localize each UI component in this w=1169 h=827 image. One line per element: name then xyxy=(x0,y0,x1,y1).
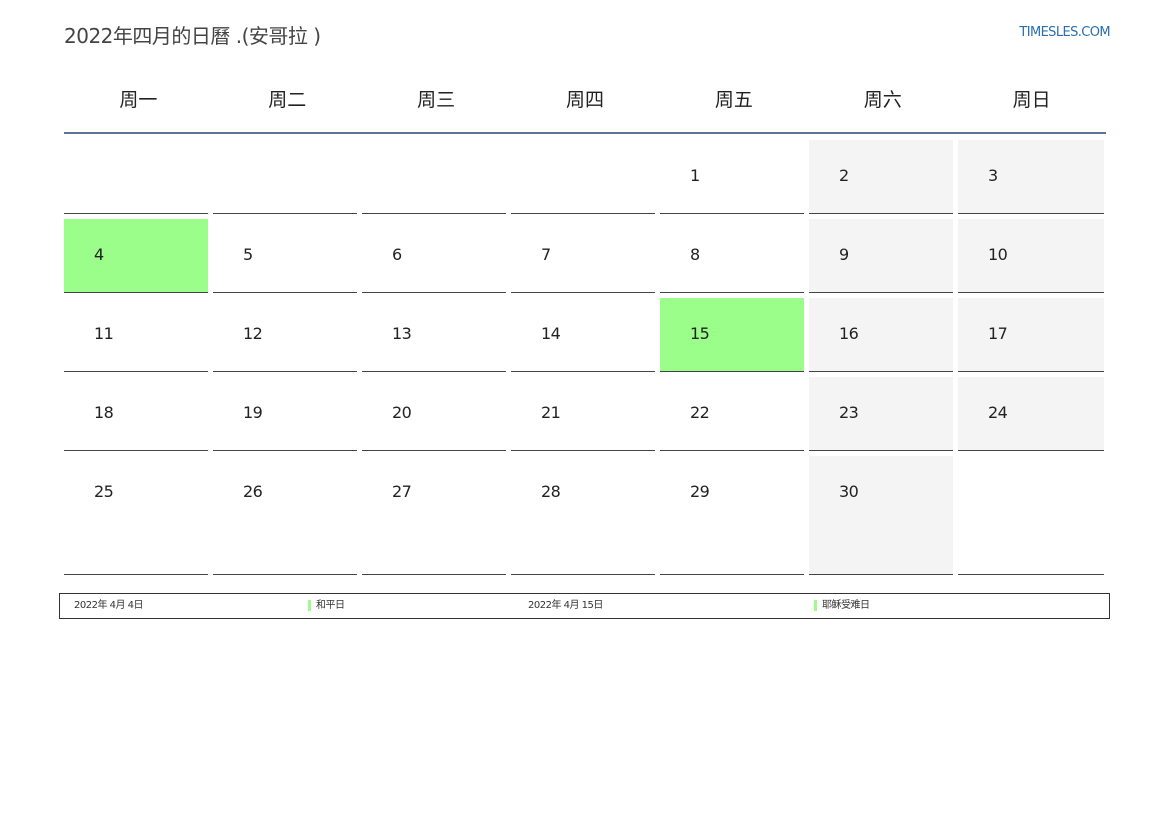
day-cell: 19 xyxy=(213,377,357,451)
day-cell: 3 xyxy=(958,140,1104,214)
day-cell: 25 xyxy=(64,456,208,575)
weekday-header: 周一 周二 周三 周四 周五 周六 周日 xyxy=(64,84,1106,134)
day-number: 21 xyxy=(541,403,561,422)
week-row: 25 26 27 28 29 30 xyxy=(64,456,1106,575)
day-cell: 14 xyxy=(511,298,655,372)
day-cell: 12 xyxy=(213,298,357,372)
calendar-grid: 1 2 3 4 5 6 7 8 9 10 11 12 13 14 15 16 17 18 19 20 21 22 23 24 2… xyxy=(64,140,1106,575)
day-cell: 27 xyxy=(362,456,506,575)
day-number: 28 xyxy=(541,482,561,501)
day-number: 20 xyxy=(392,403,412,422)
legend-color-swatch xyxy=(308,600,311,611)
legend-date-2: 2022年 4月 15日 xyxy=(528,600,603,611)
legend-color-swatch xyxy=(814,600,817,611)
day-cell: 30 xyxy=(809,456,953,575)
day-number: 12 xyxy=(243,324,263,343)
day-cell: 11 xyxy=(64,298,208,372)
weekday-fri: 周五 xyxy=(714,89,753,111)
day-number: 23 xyxy=(839,403,859,422)
day-cell: 18 xyxy=(64,377,208,451)
legend-date-1: 2022年 4月 4日 xyxy=(74,600,144,611)
day-cell: 17 xyxy=(958,298,1104,372)
weekday-thu: 周四 xyxy=(566,89,605,111)
week-row: 4 5 6 7 8 9 10 xyxy=(64,219,1106,293)
day-number: 24 xyxy=(988,403,1008,422)
empty-day-cell xyxy=(362,140,506,214)
day-number: 5 xyxy=(243,245,253,264)
weekday-wed: 周三 xyxy=(417,89,456,111)
day-number: 14 xyxy=(541,324,561,343)
day-number: 10 xyxy=(988,245,1008,264)
empty-day-cell xyxy=(958,456,1104,575)
day-number: 11 xyxy=(94,324,114,343)
day-number: 7 xyxy=(541,245,551,264)
day-number: 18 xyxy=(94,403,114,422)
weekday-tue: 周二 xyxy=(268,89,307,111)
day-cell: 2 xyxy=(809,140,953,214)
holiday-legend: 2022年 4月 4日 和平日 2022年 4月 15日 耶稣受难日 xyxy=(59,593,1110,619)
empty-day-cell xyxy=(511,140,655,214)
day-number: 13 xyxy=(392,324,412,343)
weekday-sat: 周六 xyxy=(863,89,902,111)
day-number: 6 xyxy=(392,245,402,264)
weekday-sun: 周日 xyxy=(1012,89,1051,111)
day-number: 16 xyxy=(839,324,859,343)
day-cell: 26 xyxy=(213,456,357,575)
day-cell: 4 xyxy=(64,219,208,293)
day-number: 29 xyxy=(690,482,710,501)
day-cell: 8 xyxy=(660,219,804,293)
week-row: 1 2 3 xyxy=(64,140,1106,214)
day-number: 15 xyxy=(690,324,710,343)
day-cell: 28 xyxy=(511,456,655,575)
legend-name-2: 耶稣受难日 xyxy=(822,600,870,611)
empty-day-cell xyxy=(213,140,357,214)
week-row: 11 12 13 14 15 16 17 xyxy=(64,298,1106,372)
day-number: 25 xyxy=(94,482,114,501)
day-number: 26 xyxy=(243,482,263,501)
day-cell: 22 xyxy=(660,377,804,451)
day-cell: 6 xyxy=(362,219,506,293)
day-cell: 24 xyxy=(958,377,1104,451)
day-number: 22 xyxy=(690,403,710,422)
day-number: 2 xyxy=(839,166,849,185)
day-cell: 15 xyxy=(660,298,804,372)
day-cell: 23 xyxy=(809,377,953,451)
day-cell: 9 xyxy=(809,219,953,293)
day-number: 4 xyxy=(94,245,104,264)
day-cell: 7 xyxy=(511,219,655,293)
weekday-mon: 周一 xyxy=(119,89,158,111)
day-cell: 1 xyxy=(660,140,804,214)
day-number: 1 xyxy=(690,166,700,185)
day-cell: 20 xyxy=(362,377,506,451)
week-row: 18 19 20 21 22 23 24 xyxy=(64,377,1106,451)
page-title: 2022年四月的日曆 .(安哥拉 ) xyxy=(64,24,321,48)
day-number: 17 xyxy=(988,324,1008,343)
empty-day-cell xyxy=(64,140,208,214)
day-number: 19 xyxy=(243,403,263,422)
day-number: 30 xyxy=(839,482,859,501)
day-cell: 10 xyxy=(958,219,1104,293)
day-number: 3 xyxy=(988,166,998,185)
day-number: 8 xyxy=(690,245,700,264)
day-number: 27 xyxy=(392,482,412,501)
site-link[interactable]: TIMESLES.COM xyxy=(1019,25,1110,40)
day-cell: 29 xyxy=(660,456,804,575)
day-cell: 16 xyxy=(809,298,953,372)
day-number: 9 xyxy=(839,245,849,264)
day-cell: 13 xyxy=(362,298,506,372)
legend-name-1: 和平日 xyxy=(316,600,345,611)
day-cell: 21 xyxy=(511,377,655,451)
day-cell: 5 xyxy=(213,219,357,293)
